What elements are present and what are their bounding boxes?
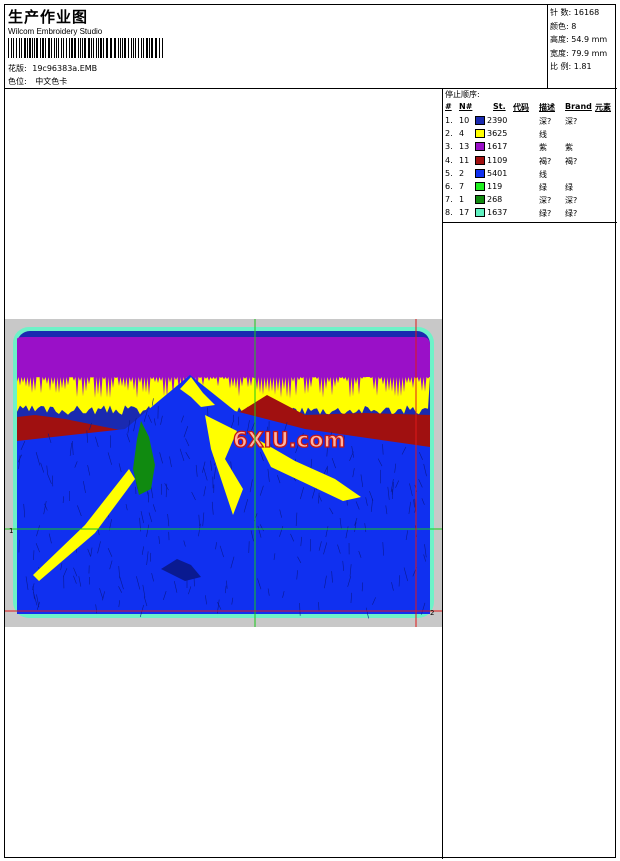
table-row: 5. 2 5401 线 [445, 168, 615, 181]
table-row: 7. 1 268 深? 深? [445, 194, 615, 207]
row-index: 1. [445, 116, 453, 125]
page-title: 生产作业图 [8, 8, 89, 26]
row-color-swatch [475, 142, 485, 152]
row-stitches: 119 [487, 182, 503, 191]
row-description: 绿 [539, 183, 547, 192]
row-stitches: 2390 [487, 116, 508, 125]
stop-sequence-table: 停止顺序: # N# St. 代码 描述 Brand 元素 1. 10 2390 深?… [443, 89, 617, 223]
row-index: 5. [445, 168, 453, 178]
table-row: 1. 10 2390 深? 深? [445, 115, 615, 128]
spec-height: 高度: 54.9 mm [550, 35, 608, 45]
spec-scale: 比 例: 1.81 [550, 62, 592, 72]
row-brand: 褐? [565, 156, 578, 166]
table-row: 4. 11 1109 褐? 褐? [445, 155, 615, 168]
color-chart-name: 中文色卡 [35, 77, 68, 86]
table-row: 2. 4 3625 线 [445, 128, 615, 141]
row-description: 深? [539, 196, 552, 206]
stop-sequence-column: 停止顺序: # N# St. 代码 描述 Brand 元素 1. 10 2390 深?… [442, 89, 617, 859]
row-brand: 绿 [565, 183, 573, 192]
col-code: 代码 [513, 103, 529, 112]
row-brand: 绿? [565, 209, 578, 219]
end-marker: 2 [430, 609, 434, 617]
color-label: 色位: [8, 77, 27, 86]
row-needle: 17 [459, 208, 470, 218]
color-chart-line: 色位: 中文色卡 [8, 76, 67, 87]
col-brand: Brand [565, 102, 592, 111]
watermark: 6XIU.com [233, 428, 345, 452]
design-filename: 19c96383a.EMB [32, 64, 98, 73]
row-index: 2. [445, 129, 453, 139]
col-description: 描述 [539, 103, 555, 112]
row-color-swatch [475, 168, 485, 178]
table-row: 8. 17 1637 绿? 绿? [445, 207, 615, 220]
spec-width: 宽度: 79.9 mm [550, 48, 608, 58]
row-color-swatch [475, 208, 485, 218]
row-description: 深? [539, 117, 552, 126]
design-label: 花版: [8, 64, 27, 73]
barcode [8, 38, 163, 58]
row-color-swatch [475, 155, 485, 165]
row-index: 4. [445, 155, 453, 165]
row-needle: 4 [459, 129, 465, 139]
header-block: 生产作业图 Wilcom Embroidery Studio 花版: 19c96… [5, 5, 548, 89]
row-stitches: 1637 [487, 208, 508, 218]
design-name-line: 花版: 19c96383a.EMB [8, 63, 97, 74]
row-stitches: 3625 [487, 129, 508, 139]
sky-purple [17, 337, 430, 377]
row-stitches: 268 [487, 195, 503, 205]
software-name: Wilcom Embroidery Studio [8, 27, 103, 36]
row-needle: 1 [459, 195, 465, 205]
row-index: 3. [445, 142, 453, 152]
row-description: 绿? [539, 209, 552, 219]
row-needle: 10 [459, 116, 470, 125]
row-index: 8. [445, 208, 453, 218]
start-marker: 1 [9, 527, 13, 535]
col-stitches: St. [493, 102, 506, 111]
row-color-swatch [475, 116, 485, 125]
col-index: # [445, 102, 452, 111]
row-needle: 13 [459, 142, 470, 152]
row-stitches: 1109 [487, 155, 508, 165]
table-row: 6. 7 119 绿 绿 [445, 181, 615, 194]
row-brand: 紫 [565, 143, 573, 153]
spec-colors: 颜色: 8 [550, 21, 577, 31]
stop-sequence-title: 停止顺序: [445, 90, 480, 99]
row-index: 7. [445, 195, 453, 205]
row-description: 紫 [539, 143, 547, 153]
row-color-swatch [475, 129, 485, 139]
row-color-swatch [475, 195, 485, 205]
col-element: 元素 [595, 103, 611, 112]
row-description: 线 [539, 169, 547, 179]
row-index: 6. [445, 182, 453, 191]
row-description: 褐? [539, 156, 552, 166]
row-stitches: 1617 [487, 142, 508, 152]
row-stitches: 5401 [487, 168, 508, 178]
production-sheet: 生产作业图 Wilcom Embroidery Studio 花版: 19c96… [4, 4, 617, 859]
row-brand: 深? [565, 117, 578, 126]
col-needle: N# [459, 102, 473, 111]
row-needle: 7 [459, 182, 465, 191]
row-description: 线 [539, 130, 547, 140]
row-brand: 深? [565, 196, 578, 206]
row-color-swatch [475, 182, 485, 191]
spec-stitches: 针 数: 16168 [550, 8, 600, 17]
specs-panel: 针 数: 16168 颜色: 8 高度: 54.9 mm 宽度: 79.9 mm… [548, 5, 617, 89]
row-needle: 2 [459, 168, 465, 178]
design-canvas: 6XIU.com 1 2 [5, 319, 442, 627]
embroidery-preview: 6XIU.com 1 2 [5, 319, 442, 627]
table-row: 3. 13 1617 紫 紫 [445, 141, 615, 154]
row-needle: 11 [459, 155, 470, 165]
